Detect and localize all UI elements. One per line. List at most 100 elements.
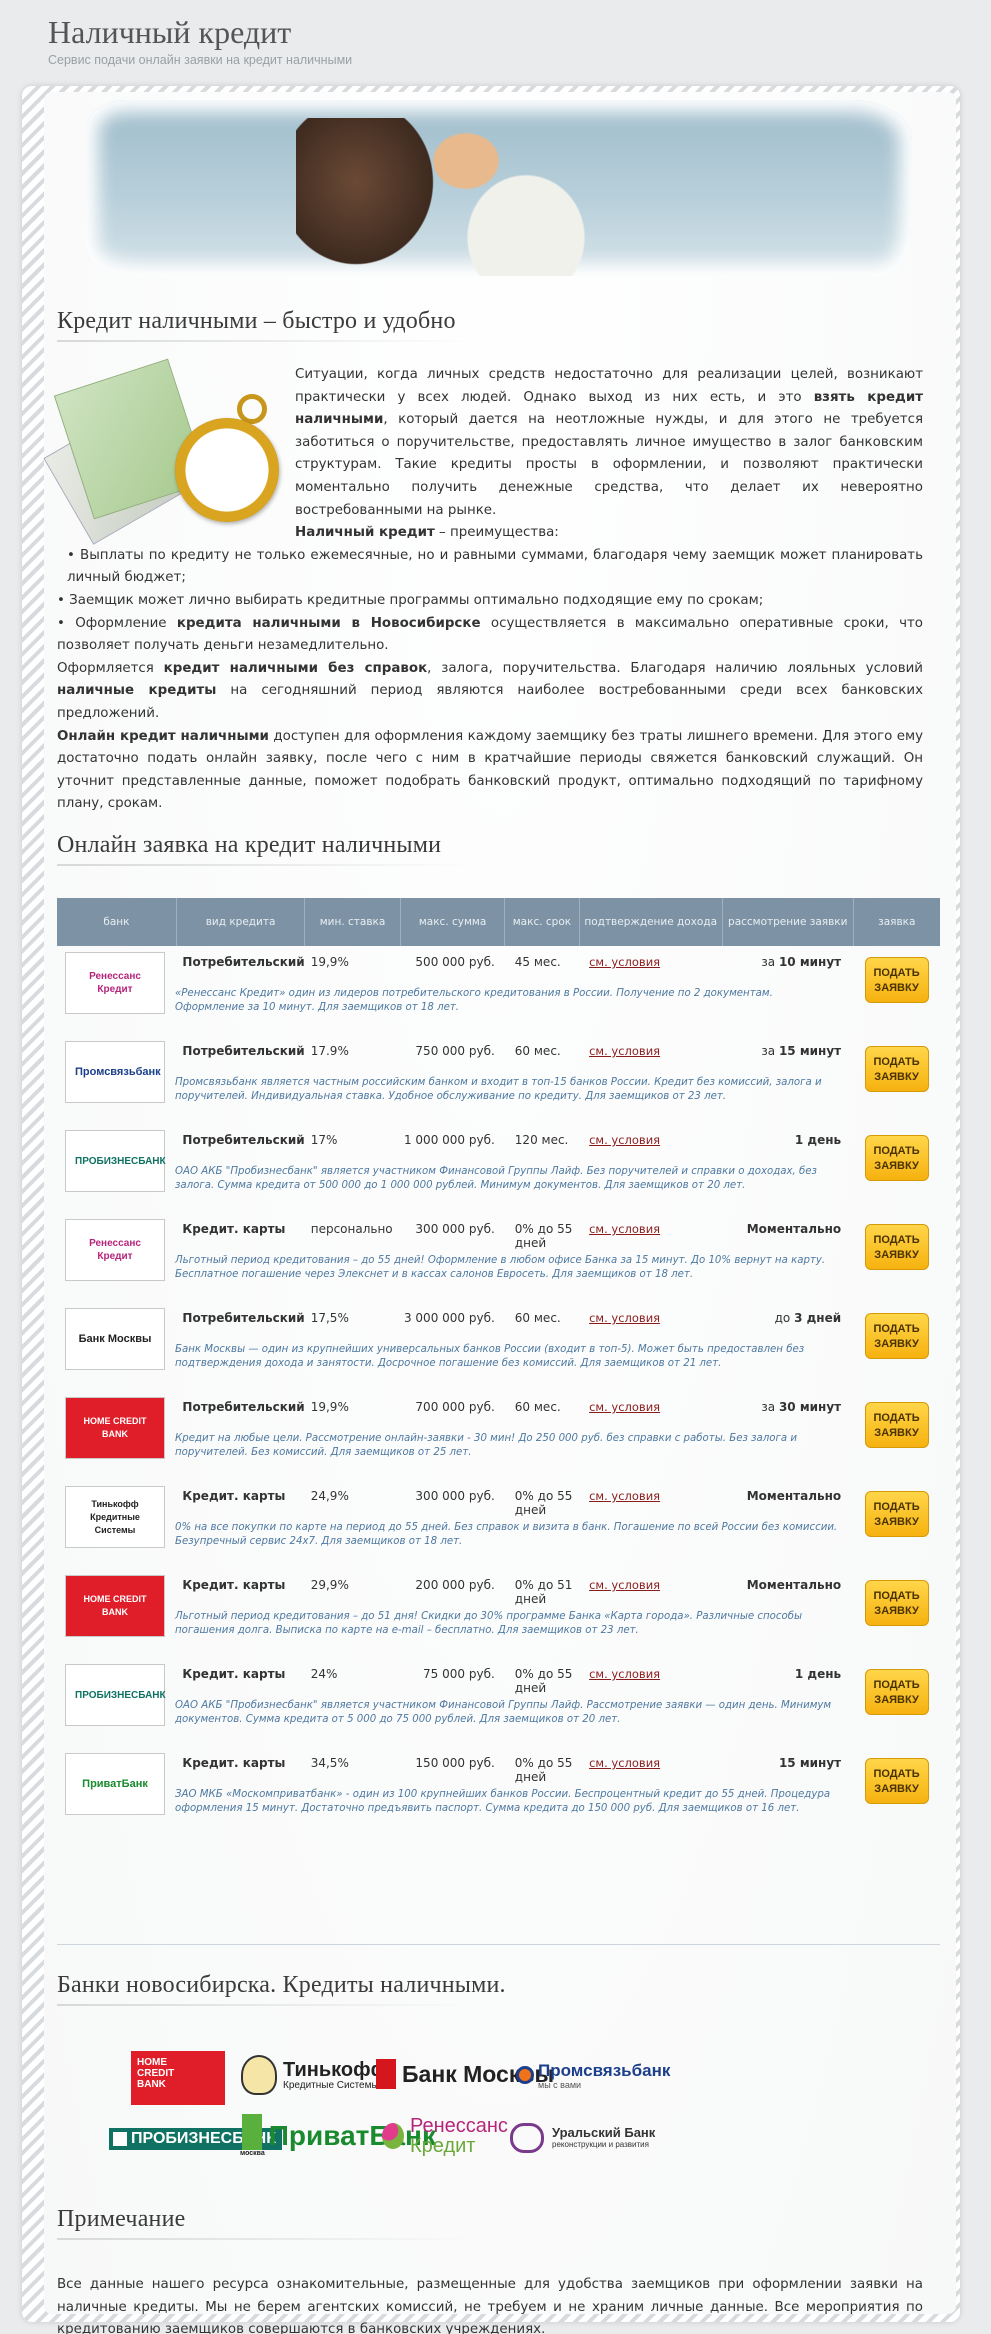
review-prefix: до [774, 1311, 795, 1325]
privat-icon [242, 2114, 263, 2150]
apply-button[interactable]: ПОДАТЬ ЗАЯВКУ [864, 1669, 929, 1715]
ural-bank-icon [510, 2123, 544, 2153]
apply-button[interactable]: ПОДАТЬ ЗАЯВКУ [864, 1491, 929, 1537]
apply-cell: ПОДАТЬ ЗАЯВКУ [853, 1747, 940, 1836]
review-value: 1 день [794, 1667, 842, 1681]
bank-logo-cell: Промсвязьбанк [57, 1035, 176, 1124]
bank-logo-text: Ренессанс Кредит [89, 1238, 141, 1262]
psb-icon [516, 2066, 534, 2084]
bank-logo[interactable]: Ренессанс Кредит [65, 952, 165, 1014]
offer-description: ОАО АКБ "Пробизнесбанк" является участни… [175, 1166, 817, 1191]
apply-cell: ПОДАТЬ ЗАЯВКУ [853, 1569, 940, 1658]
column-header: рассмотрение заявки [722, 898, 854, 946]
review-value: Моментально [746, 1489, 842, 1503]
apply-button[interactable]: ПОДАТЬ ЗАЯВКУ [864, 1402, 929, 1448]
probiz-icon [113, 2132, 127, 2146]
table-header-row: банк вид кредита мин. ставка макс. сумма… [57, 898, 940, 946]
offer-description: ЗАО МКБ «Москомприватбанк» - один из 100… [175, 1789, 831, 1814]
review-value: Моментально [746, 1222, 842, 1236]
bank-logo-cell: ПРОБИЗНЕСБАНК [57, 1658, 176, 1747]
bank-logo[interactable]: ПриватБанк [65, 1753, 165, 1815]
apply-button[interactable]: ПОДАТЬ ЗАЯВКУ [864, 1580, 929, 1626]
offer-description: Банк Москвы — один из крупнейших универс… [175, 1344, 805, 1369]
site-title[interactable]: Наличный кредит [48, 14, 352, 51]
conditions-link[interactable]: см. условия [589, 1756, 660, 1770]
bank-logo[interactable]: Ренессанс Кредит [65, 1219, 165, 1281]
review-value: 15 минут [778, 1044, 842, 1058]
tinkoff-logo-text: Тинькофф [283, 2058, 389, 2081]
renaissance-logo-sub: Кредит [410, 2135, 476, 2157]
column-header: макс. срок [504, 898, 580, 946]
bank-logo-text: ПРОБИЗНЕСБАНК [75, 1689, 166, 1701]
apply-button[interactable]: ПОДАТЬ ЗАЯВКУ [864, 1224, 929, 1270]
psb-logo[interactable]: Промсвязьбанк мы с вами [516, 2053, 670, 2097]
privat-logo-sub: москва [240, 2150, 265, 2157]
offer-description: ОАО АКБ "Пробизнесбанк" является участни… [175, 1700, 832, 1725]
bank-logo-cell: Ренессанс Кредит [57, 946, 176, 1035]
intro-paragraph-3: Онлайн кредит наличными доступен для офо… [57, 728, 923, 812]
review-prefix: за [761, 1400, 779, 1414]
bank-logo-text: Тинькофф Кредитные Системы [90, 1498, 140, 1535]
conditions-link[interactable]: см. условия [589, 1400, 660, 1414]
bank-logo-cell: Банк Москвы [57, 1302, 176, 1391]
review-value: 30 минут [778, 1400, 842, 1414]
money-stopwatch-image [43, 358, 295, 545]
offer-description: Льготный период кредитования – до 51 дня… [175, 1611, 803, 1636]
tinkoff-logo[interactable]: Тинькофф Кредитные Системы [241, 2052, 388, 2098]
bank-logo-text: HOME CREDIT BANK [83, 1594, 147, 1617]
apply-cell: ПОДАТЬ ЗАЯВКУ [853, 1213, 940, 1302]
column-header: подтверждение дохода [579, 898, 723, 946]
column-header: мин. ставка [304, 898, 401, 946]
bank-logo-cell: ПриватБанк [57, 1747, 176, 1836]
ural-bank-logo-sub: реконструкции и развития [552, 2140, 649, 2149]
ural-bank-logo-text: Уральский Банк [552, 2125, 656, 2140]
renaissance-logo[interactable]: Ренессанс Кредит [382, 2112, 508, 2160]
header-banner-image [86, 100, 912, 276]
column-header: заявка [853, 898, 940, 946]
renaissance-logo-text: Ренессанс [410, 2115, 508, 2137]
review-prefix: за [761, 955, 779, 969]
offer-description: Промсвязьбанк является частным российски… [175, 1077, 822, 1102]
conditions-link[interactable]: см. условия [589, 1489, 660, 1503]
offers-heading: Онлайн заявка на кредит наличными [57, 832, 442, 858]
conditions-link[interactable]: см. условия [589, 1222, 660, 1236]
apply-button[interactable]: ПОДАТЬ ЗАЯВКУ [864, 957, 929, 1003]
column-header: макс. сумма [400, 898, 506, 946]
conditions-link[interactable]: см. условия [589, 1133, 660, 1147]
conditions-link[interactable]: см. условия [589, 1667, 660, 1681]
review-value: 15 минут [778, 1756, 842, 1770]
homecredit-logo[interactable]: HOME CREDIT BANK [131, 2051, 225, 2105]
main-content: Кредит наличными – быстро и удобно Ситуа… [43, 92, 956, 2334]
bank-logo[interactable]: HOME CREDIT BANK [65, 1575, 165, 1637]
child-figure [406, 110, 606, 276]
divider [57, 1944, 940, 1945]
ural-bank-logo[interactable]: Уральский Банк реконструкции и развития [510, 2120, 655, 2156]
homecredit-logo-text: HOME CREDIT BANK [137, 2057, 175, 2090]
bank-logo-text: Ренессанс Кредит [89, 971, 141, 995]
bank-logo[interactable]: ПРОБИЗНЕСБАНК [65, 1664, 166, 1726]
apply-button[interactable]: ПОДАТЬ ЗАЯВКУ [864, 1135, 929, 1181]
site-subtitle: Сервис подачи онлайн заявки на кредит на… [48, 53, 353, 67]
bank-logo[interactable]: Тинькофф Кредитные Системы [65, 1486, 165, 1548]
apply-button[interactable]: ПОДАТЬ ЗАЯВКУ [864, 1313, 929, 1359]
apply-button[interactable]: ПОДАТЬ ЗАЯВКУ [864, 1046, 929, 1092]
apply-cell: ПОДАТЬ ЗАЯВКУ [853, 946, 940, 1035]
advantage-item: • Оформление кредита наличными в Новосиб… [57, 615, 923, 654]
column-header: вид кредита [176, 898, 306, 946]
apply-button[interactable]: ПОДАТЬ ЗАЯВКУ [864, 1758, 929, 1804]
intro-text: Ситуации, когда личных средств недостато… [43, 358, 923, 816]
review-value: 10 минут [778, 955, 842, 969]
apply-cell: ПОДАТЬ ЗАЯВКУ [853, 1658, 940, 1747]
bank-logo-cell: HOME CREDIT BANK [57, 1391, 176, 1480]
bank-logo[interactable]: Банк Москвы [65, 1308, 165, 1370]
conditions-link[interactable]: см. условия [589, 955, 660, 969]
conditions-link[interactable]: см. условия [589, 1044, 660, 1058]
divider [57, 340, 477, 342]
bank-logo[interactable]: Промсвязьбанк [65, 1041, 165, 1103]
tinkoff-logo-sub: Кредитные Системы [283, 2079, 379, 2091]
conditions-link[interactable]: см. условия [589, 1578, 660, 1592]
advantage-item: • Заемщик может лично выбирать кредитные… [57, 592, 764, 608]
bank-logo[interactable]: HOME CREDIT BANK [65, 1397, 165, 1459]
conditions-link[interactable]: см. условия [589, 1311, 660, 1325]
bank-logo[interactable]: ПРОБИЗНЕСБАНК [65, 1130, 166, 1192]
